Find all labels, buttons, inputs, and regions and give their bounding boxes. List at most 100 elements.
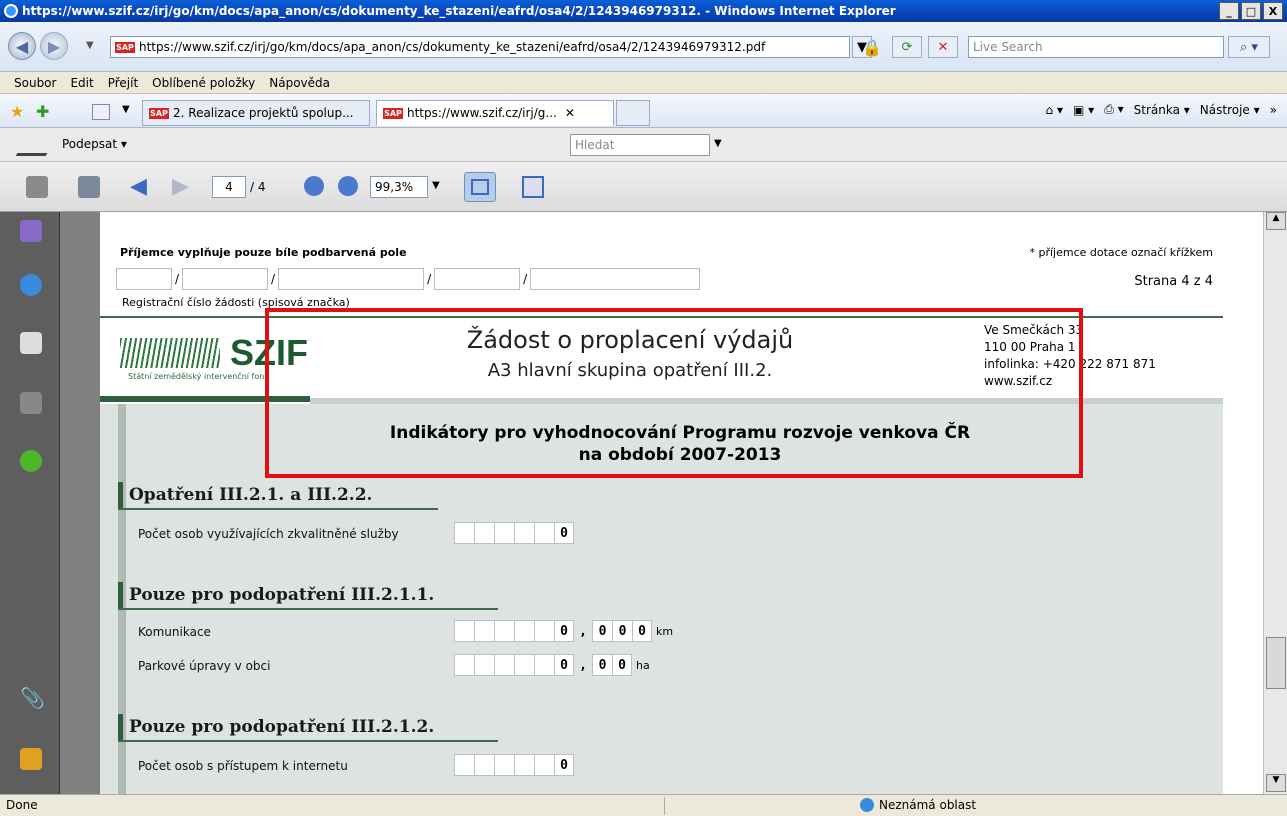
tab-szif-pdf[interactable]: SAP https://www.szif.cz/irj/g... ✕ — [376, 100, 614, 126]
digit-cell[interactable] — [454, 620, 474, 642]
pdf-find-input[interactable]: Hledat — [570, 134, 710, 156]
digit-cell[interactable]: 0 — [554, 754, 574, 776]
find-dropdown-icon[interactable]: ▼ — [714, 138, 722, 149]
scroll-up-icon[interactable]: ▲ — [1266, 212, 1286, 230]
menu-prejit[interactable]: Přejít — [108, 76, 138, 90]
close-tab-icon[interactable]: ✕ — [565, 106, 575, 120]
zoom-out-icon[interactable] — [304, 176, 324, 196]
tab-list-icon[interactable]: ▼ — [122, 104, 130, 115]
close-window-button[interactable]: X — [1263, 2, 1283, 20]
reg-part-3[interactable] — [278, 268, 425, 290]
registration-number-field[interactable]: / / / / — [116, 268, 701, 290]
digit-cell[interactable] — [494, 522, 514, 544]
comments-icon[interactable] — [20, 748, 42, 770]
digit-cell[interactable]: 0 — [554, 522, 574, 544]
digit-cell[interactable] — [474, 654, 494, 676]
fit-page-icon[interactable] — [522, 176, 544, 198]
digit-cell[interactable]: 0 — [612, 620, 632, 642]
forward-button[interactable]: ▶ — [40, 32, 68, 60]
live-search-input[interactable]: Live Search — [968, 36, 1224, 58]
digit-cell[interactable] — [514, 654, 534, 676]
minimize-button[interactable]: _ — [1219, 2, 1239, 20]
tab-realizace[interactable]: SAP 2. Realizace projektů spolup... — [142, 100, 370, 126]
binoculars-icon[interactable] — [20, 392, 42, 414]
scroll-thumb[interactable] — [1266, 637, 1286, 689]
digit-cell[interactable] — [494, 620, 514, 642]
digit-cell[interactable] — [474, 754, 494, 776]
search-button[interactable]: ⌕ ▾ — [1228, 36, 1270, 58]
sign-button[interactable]: Podepsat ▾ — [62, 137, 127, 151]
refresh-button[interactable]: ⟳ — [892, 36, 922, 58]
field-label: Komunikace — [138, 625, 211, 639]
digit-cell[interactable]: 0 — [592, 654, 612, 676]
maximize-button[interactable]: □ — [1241, 2, 1261, 20]
digit-cell[interactable] — [534, 754, 554, 776]
favorites-star-icon[interactable]: ★ — [10, 102, 24, 121]
home-icon[interactable]: ⌂ ▾ — [1046, 103, 1063, 117]
feeds-icon[interactable]: ▣ ▾ — [1073, 103, 1094, 117]
digit-cell[interactable] — [514, 522, 534, 544]
digit-cell[interactable] — [534, 620, 554, 642]
save-pdf-icon[interactable] — [78, 176, 100, 198]
info-icon[interactable] — [20, 274, 42, 296]
digit-cell[interactable] — [494, 754, 514, 776]
document-icon[interactable] — [20, 332, 42, 354]
tools-menu[interactable]: Nástroje ▾ — [1200, 103, 1260, 117]
digit-cell[interactable] — [494, 654, 514, 676]
menu-napoveda[interactable]: Nápověda — [269, 76, 330, 90]
reg-part-4[interactable] — [434, 268, 521, 290]
digit-cell[interactable]: 0 — [592, 620, 612, 642]
digit-cell[interactable] — [474, 620, 494, 642]
zoom-input[interactable]: 99,3% — [370, 176, 428, 198]
digit-cell[interactable] — [534, 654, 554, 676]
roads-input[interactable]: 0 , 000 km — [454, 620, 673, 642]
stop-button[interactable]: ✕ — [928, 36, 958, 58]
next-page-icon[interactable]: ▶ — [172, 174, 189, 199]
digit-cell[interactable]: 0 — [554, 654, 574, 676]
pages-panel-icon[interactable] — [20, 220, 42, 242]
print-pdf-icon[interactable] — [26, 176, 48, 198]
quick-tabs-icon[interactable] — [92, 104, 110, 120]
vertical-scrollbar[interactable]: ▲ ▼ — [1263, 212, 1287, 794]
previous-page-icon[interactable]: ◀ — [130, 174, 147, 199]
menu-soubor[interactable]: Soubor — [14, 76, 56, 90]
attachment-icon[interactable]: 📎 — [20, 686, 45, 710]
scroll-down-icon[interactable]: ▼ — [1266, 774, 1286, 792]
digit-cell[interactable] — [474, 522, 494, 544]
digit-cell[interactable] — [534, 522, 554, 544]
history-dropdown-icon[interactable]: ▼ — [86, 40, 94, 51]
add-favorite-icon[interactable]: ✚ — [36, 102, 49, 121]
internet-access-input[interactable]: 0 — [454, 754, 574, 776]
security-zone: Neznámá oblast — [860, 798, 976, 812]
lock-icon[interactable]: 🔒 — [858, 36, 886, 58]
print-icon[interactable]: ⎙ ▾ — [1104, 102, 1123, 117]
page-menu[interactable]: Stránka ▾ — [1134, 103, 1190, 117]
digit-cell[interactable] — [454, 522, 474, 544]
digit-cell[interactable]: 0 — [632, 620, 652, 642]
digit-cell[interactable]: 0 — [554, 620, 574, 642]
digit-cell[interactable] — [514, 620, 534, 642]
refresh-icon: ⟳ — [901, 39, 913, 55]
digit-cell[interactable] — [454, 654, 474, 676]
digit-cell[interactable]: 0 — [612, 654, 632, 676]
more-commands-icon[interactable]: » — [1270, 103, 1277, 117]
parks-input[interactable]: 0 , 00 ha — [454, 654, 650, 676]
persons-services-input[interactable]: 0 — [454, 522, 574, 544]
new-tab-button[interactable] — [616, 100, 650, 126]
fit-width-button[interactable] — [464, 172, 496, 202]
page-number-input[interactable]: 4 — [212, 176, 246, 198]
digit-cell[interactable] — [454, 754, 474, 776]
digit-cell[interactable] — [514, 754, 534, 776]
menu-oblibene[interactable]: Oblíbené položky — [152, 76, 255, 90]
help-icon[interactable] — [20, 450, 42, 472]
reg-part-5[interactable] — [530, 268, 701, 290]
reg-separator: / — [175, 272, 180, 286]
zoom-in-icon[interactable] — [338, 176, 358, 196]
menu-edit[interactable]: Edit — [70, 76, 93, 90]
address-bar[interactable]: SAP https://www.szif.cz/irj/go/km/docs/ap… — [110, 36, 850, 58]
zoom-dropdown-icon[interactable]: ▼ — [432, 180, 440, 191]
back-button[interactable]: ◀ — [8, 32, 36, 60]
reg-part-1[interactable] — [116, 268, 172, 290]
fill-note: Příjemce vyplňuje pouze bíle podbarvená … — [120, 246, 407, 259]
reg-part-2[interactable] — [182, 268, 269, 290]
